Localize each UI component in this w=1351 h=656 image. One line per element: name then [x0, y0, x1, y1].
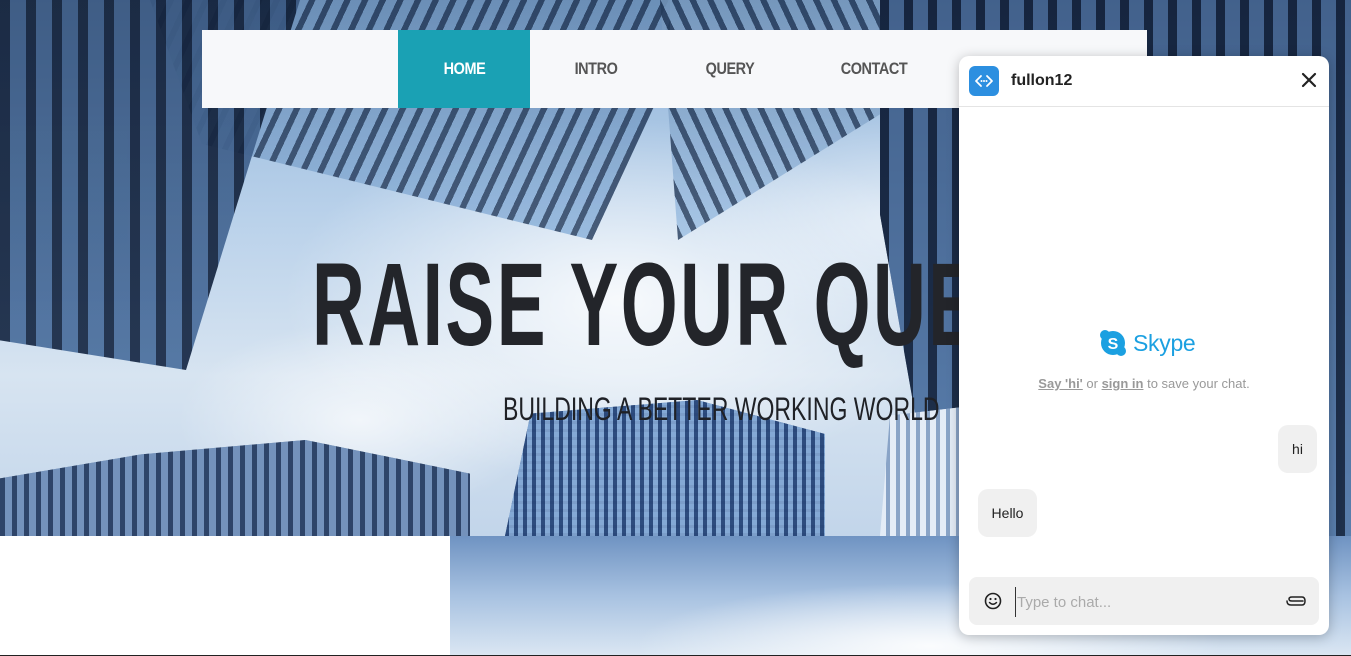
- prompt-text: to save your chat.: [1143, 376, 1250, 391]
- chat-contact-name: fullon12: [1011, 72, 1073, 89]
- hero-subtitle: BUILDING A BETTER WORKING WORLD: [503, 391, 940, 427]
- paperclip-icon: [1286, 596, 1306, 606]
- smiley-icon: [984, 592, 1002, 610]
- sign-in-link[interactable]: sign in: [1102, 376, 1144, 391]
- nav-item-label: HOME: [443, 59, 485, 78]
- nav-item-contact[interactable]: CONTACT: [809, 30, 938, 108]
- outgoing-message: hi: [1278, 425, 1317, 473]
- close-icon: [1301, 72, 1317, 88]
- close-button[interactable]: [1299, 66, 1319, 94]
- svg-text:S: S: [1108, 336, 1119, 353]
- message-composer: [969, 577, 1319, 625]
- skype-chat-widget: fullon12 S Skype Say 'hi' or sign in to …: [959, 56, 1329, 635]
- save-chat-prompt: Say 'hi' or sign in to save your chat.: [959, 376, 1329, 391]
- emoji-button[interactable]: [983, 590, 1003, 612]
- chat-header: fullon12: [959, 56, 1329, 107]
- skype-logo: S Skype: [1099, 328, 1196, 358]
- page: RAISE YOUR QUESTIONS BUILDING A BETTER W…: [0, 0, 1351, 656]
- nav-item-intro[interactable]: INTRO: [540, 30, 652, 108]
- attach-file-button[interactable]: [1285, 590, 1307, 612]
- skype-icon: S: [1100, 330, 1126, 356]
- chat-message-input[interactable]: [1015, 587, 1279, 617]
- code-brackets-icon: [969, 66, 999, 96]
- nav-item-home[interactable]: HOME: [398, 30, 530, 108]
- building-facade: [0, 440, 470, 536]
- say-hi-link[interactable]: Say 'hi': [1038, 376, 1082, 391]
- skype-wordmark: Skype: [1133, 329, 1196, 356]
- prompt-text: or: [1082, 376, 1102, 391]
- incoming-message: Hello: [978, 489, 1037, 537]
- nav-item-query[interactable]: QUERY: [672, 30, 788, 108]
